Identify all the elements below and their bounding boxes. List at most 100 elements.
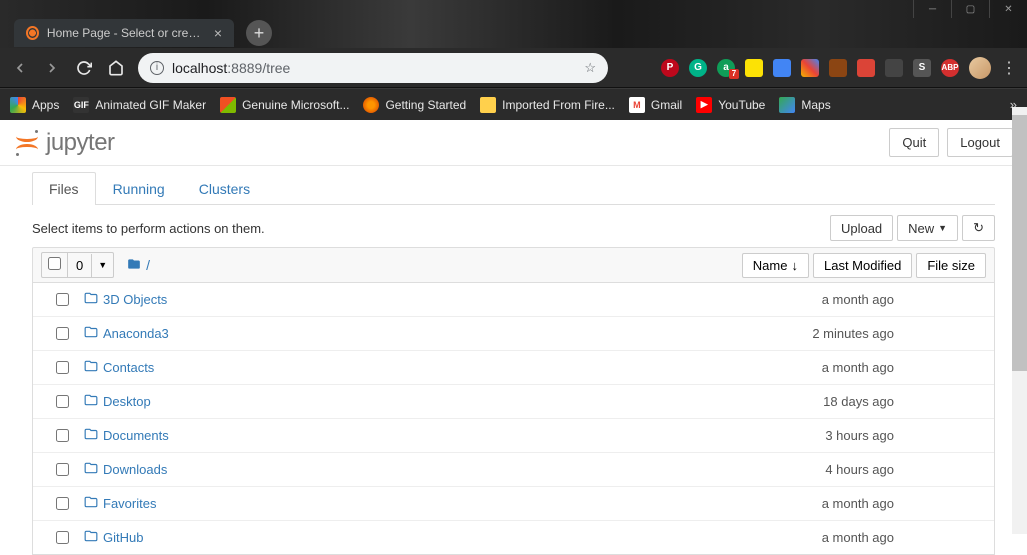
back-icon[interactable]: [10, 58, 30, 78]
ext-icon-9[interactable]: [885, 59, 903, 77]
sort-modified-button[interactable]: Last Modified: [813, 253, 912, 278]
bookmark-item[interactable]: MGmail: [629, 97, 682, 113]
logout-button[interactable]: Logout: [947, 128, 1013, 157]
profile-avatar[interactable]: [969, 57, 991, 79]
file-row[interactable]: Desktop18 days ago: [33, 384, 994, 418]
window-minimize[interactable]: ─: [913, 0, 951, 18]
extension-icons: P G a S ABP ⋮: [661, 57, 1017, 79]
file-modified: a month ago: [726, 292, 906, 307]
bookmark-item[interactable]: Getting Started: [363, 97, 466, 113]
bookmark-item[interactable]: Genuine Microsoft...: [220, 97, 349, 113]
ext-icon-5[interactable]: [773, 59, 791, 77]
file-name[interactable]: Desktop: [103, 394, 726, 409]
bookmarks-bar: Apps GIFAnimated GIF Maker Genuine Micro…: [0, 88, 1027, 120]
file-name[interactable]: Downloads: [103, 462, 726, 477]
window-maximize[interactable]: ▢: [951, 0, 989, 18]
gmail-icon: M: [629, 97, 645, 113]
tab-files[interactable]: Files: [32, 172, 96, 205]
file-modified: a month ago: [726, 360, 906, 375]
tab-running[interactable]: Running: [96, 172, 182, 205]
sort-name-button[interactable]: Name↓: [742, 253, 809, 278]
file-modified: 4 hours ago: [726, 462, 906, 477]
row-checkbox[interactable]: [56, 327, 69, 340]
select-all-checkbox[interactable]: [48, 257, 61, 270]
browser-menu-icon[interactable]: ⋮: [1001, 58, 1017, 78]
bookmark-item[interactable]: Imported From Fire...: [480, 97, 615, 113]
file-row[interactable]: 3D Objectsa month ago: [33, 283, 994, 316]
select-dropdown-icon[interactable]: ▼: [92, 256, 113, 274]
breadcrumb-root: /: [146, 257, 150, 273]
browser-tab[interactable]: Home Page - Select or create a n ×: [14, 19, 234, 47]
vertical-scrollbar[interactable]: [1012, 107, 1027, 534]
window-controls: ─ ▢ ✕: [0, 0, 1027, 18]
adblock-ext-icon[interactable]: ABP: [941, 59, 959, 77]
file-name[interactable]: Documents: [103, 428, 726, 443]
file-row[interactable]: Contactsa month ago: [33, 350, 994, 384]
window-close[interactable]: ✕: [989, 0, 1027, 18]
row-checkbox[interactable]: [56, 361, 69, 374]
highlighter-ext-icon[interactable]: [745, 59, 763, 77]
browser-chrome: ─ ▢ ✕ Home Page - Select or create a n ×…: [0, 0, 1027, 120]
row-checkbox[interactable]: [56, 463, 69, 476]
file-row[interactable]: Anaconda32 minutes ago: [33, 316, 994, 350]
tab-clusters[interactable]: Clusters: [182, 172, 267, 205]
nav-bar: i localhost:8889/tree ☆ P G a S ABP ⋮: [0, 48, 1027, 88]
ext-icon-6[interactable]: [801, 59, 819, 77]
upload-button[interactable]: Upload: [830, 215, 893, 241]
maps-icon: [779, 97, 795, 113]
file-name[interactable]: Favorites: [103, 496, 726, 511]
folder-icon: [83, 529, 103, 546]
ext-icon-10[interactable]: S: [913, 59, 931, 77]
breadcrumb[interactable]: /: [126, 257, 150, 274]
jupyter-page: jupyter Quit Logout Files Running Cluste…: [0, 120, 1027, 555]
ext-icon-8[interactable]: [857, 59, 875, 77]
row-checkbox[interactable]: [56, 293, 69, 306]
bookmark-item[interactable]: ▶YouTube: [696, 97, 765, 113]
file-name[interactable]: Anaconda3: [103, 326, 726, 341]
bookmark-apps[interactable]: Apps: [10, 97, 59, 113]
sort-size-button[interactable]: File size: [916, 253, 986, 278]
folder-icon: [83, 461, 103, 478]
quit-button[interactable]: Quit: [889, 128, 939, 157]
bookmark-star-icon[interactable]: ☆: [584, 60, 596, 76]
file-row[interactable]: Favoritesa month ago: [33, 486, 994, 520]
action-hint: Select items to perform actions on them.: [32, 221, 265, 236]
reload-icon[interactable]: [74, 58, 94, 78]
jupyter-tabs: Files Running Clusters: [32, 172, 995, 205]
grammarly-ext-icon[interactable]: G: [689, 59, 707, 77]
row-checkbox[interactable]: [56, 497, 69, 510]
gif-icon: GIF: [73, 97, 89, 113]
folder-icon: [126, 257, 142, 274]
row-checkbox[interactable]: [56, 395, 69, 408]
refresh-button[interactable]: ↻: [962, 215, 995, 241]
file-row[interactable]: Documents3 hours ago: [33, 418, 994, 452]
selected-count: 0: [68, 254, 92, 277]
bookmark-item[interactable]: GIFAnimated GIF Maker: [73, 97, 206, 113]
file-modified: a month ago: [726, 530, 906, 545]
folder-icon: [83, 291, 103, 308]
file-modified: 2 minutes ago: [726, 326, 906, 341]
file-name[interactable]: 3D Objects: [103, 292, 726, 307]
bookmark-item[interactable]: Maps: [779, 97, 830, 113]
file-row[interactable]: GitHuba month ago: [33, 520, 994, 554]
new-button[interactable]: New▼: [897, 215, 958, 241]
file-name[interactable]: Contacts: [103, 360, 726, 375]
tab-close-icon[interactable]: ×: [214, 25, 222, 41]
file-row[interactable]: Downloads4 hours ago: [33, 452, 994, 486]
address-bar[interactable]: i localhost:8889/tree ☆: [138, 53, 608, 83]
forward-icon[interactable]: [42, 58, 62, 78]
select-all-control[interactable]: 0 ▼: [41, 252, 114, 278]
jupyter-logo[interactable]: jupyter: [14, 129, 115, 157]
home-icon[interactable]: [106, 58, 126, 78]
cookie-ext-icon[interactable]: [829, 59, 847, 77]
avast-ext-icon[interactable]: a: [717, 59, 735, 77]
site-info-icon[interactable]: i: [150, 61, 164, 75]
folder-icon: [480, 97, 496, 113]
row-checkbox[interactable]: [56, 429, 69, 442]
jupyter-logo-text: jupyter: [46, 129, 115, 157]
new-tab-button[interactable]: +: [246, 20, 272, 46]
file-name[interactable]: GitHub: [103, 530, 726, 545]
jupyter-header: jupyter Quit Logout: [0, 120, 1027, 166]
row-checkbox[interactable]: [56, 531, 69, 544]
pinterest-ext-icon[interactable]: P: [661, 59, 679, 77]
